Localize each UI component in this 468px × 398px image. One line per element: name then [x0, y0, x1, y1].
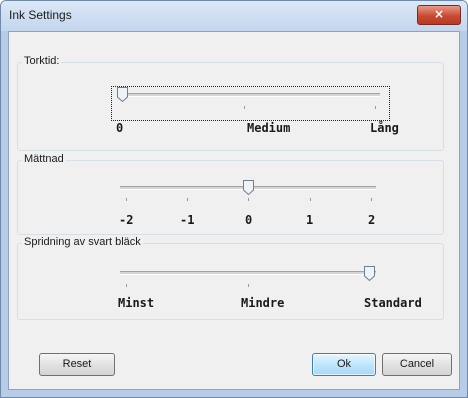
black-bleed-slider-thumb[interactable] [364, 266, 375, 281]
black-bleed-track [120, 271, 376, 275]
saturation-tick [371, 198, 372, 201]
dry-time-tick [244, 106, 245, 109]
dialog-body: Torktid: 0 Medium Lång Mättnad -2 -1 0 1… [8, 31, 460, 390]
dry-time-track [124, 93, 380, 97]
ok-button[interactable]: Ok [312, 353, 376, 376]
saturation-tick-label: -2 [119, 213, 134, 227]
dry-time-group: Torktid: 0 Medium Lång [17, 55, 444, 151]
black-bleed-tick [248, 284, 249, 287]
title-bar[interactable]: Ink Settings × [1, 1, 467, 31]
saturation-slider-thumb[interactable] [243, 180, 254, 195]
focus-indicator [111, 86, 390, 121]
saturation-tick [126, 198, 127, 201]
ink-settings-dialog: Ink Settings × Torktid: 0 Medium Lång Mä… [0, 0, 468, 398]
cancel-button[interactable]: Cancel [382, 353, 452, 376]
reset-button[interactable]: Reset [39, 353, 115, 376]
saturation-group: Mättnad -2 -1 0 1 2 [17, 153, 444, 235]
close-icon: × [433, 7, 445, 21]
saturation-tick [187, 198, 188, 201]
dry-time-label: Torktid: [22, 55, 62, 67]
dry-time-slider-thumb[interactable] [117, 87, 128, 102]
saturation-tick-label: 0 [245, 213, 253, 227]
close-button[interactable]: × [417, 5, 461, 25]
saturation-tick [248, 198, 249, 201]
saturation-tick [310, 198, 311, 201]
saturation-label: Mättnad [22, 153, 66, 165]
saturation-tick-label: 2 [368, 213, 376, 227]
black-bleed-group: Spridning av svart bläck Minst Mindre St… [17, 236, 444, 320]
black-bleed-tick-label: Mindre [241, 296, 285, 310]
black-bleed-label: Spridning av svart bläck [22, 236, 143, 248]
saturation-tick-label: 1 [306, 213, 314, 227]
dry-time-tick-label: 0 [116, 121, 124, 135]
dialog-title: Ink Settings [9, 8, 72, 22]
black-bleed-tick-label: Standard [364, 296, 422, 310]
dry-time-tick-label: Lång [370, 121, 399, 135]
black-bleed-tick [126, 284, 127, 287]
dry-time-tick-label: Medium [247, 121, 291, 135]
saturation-tick-label: -1 [180, 213, 195, 227]
black-bleed-tick-label: Minst [118, 296, 155, 310]
dry-time-tick [375, 106, 376, 109]
